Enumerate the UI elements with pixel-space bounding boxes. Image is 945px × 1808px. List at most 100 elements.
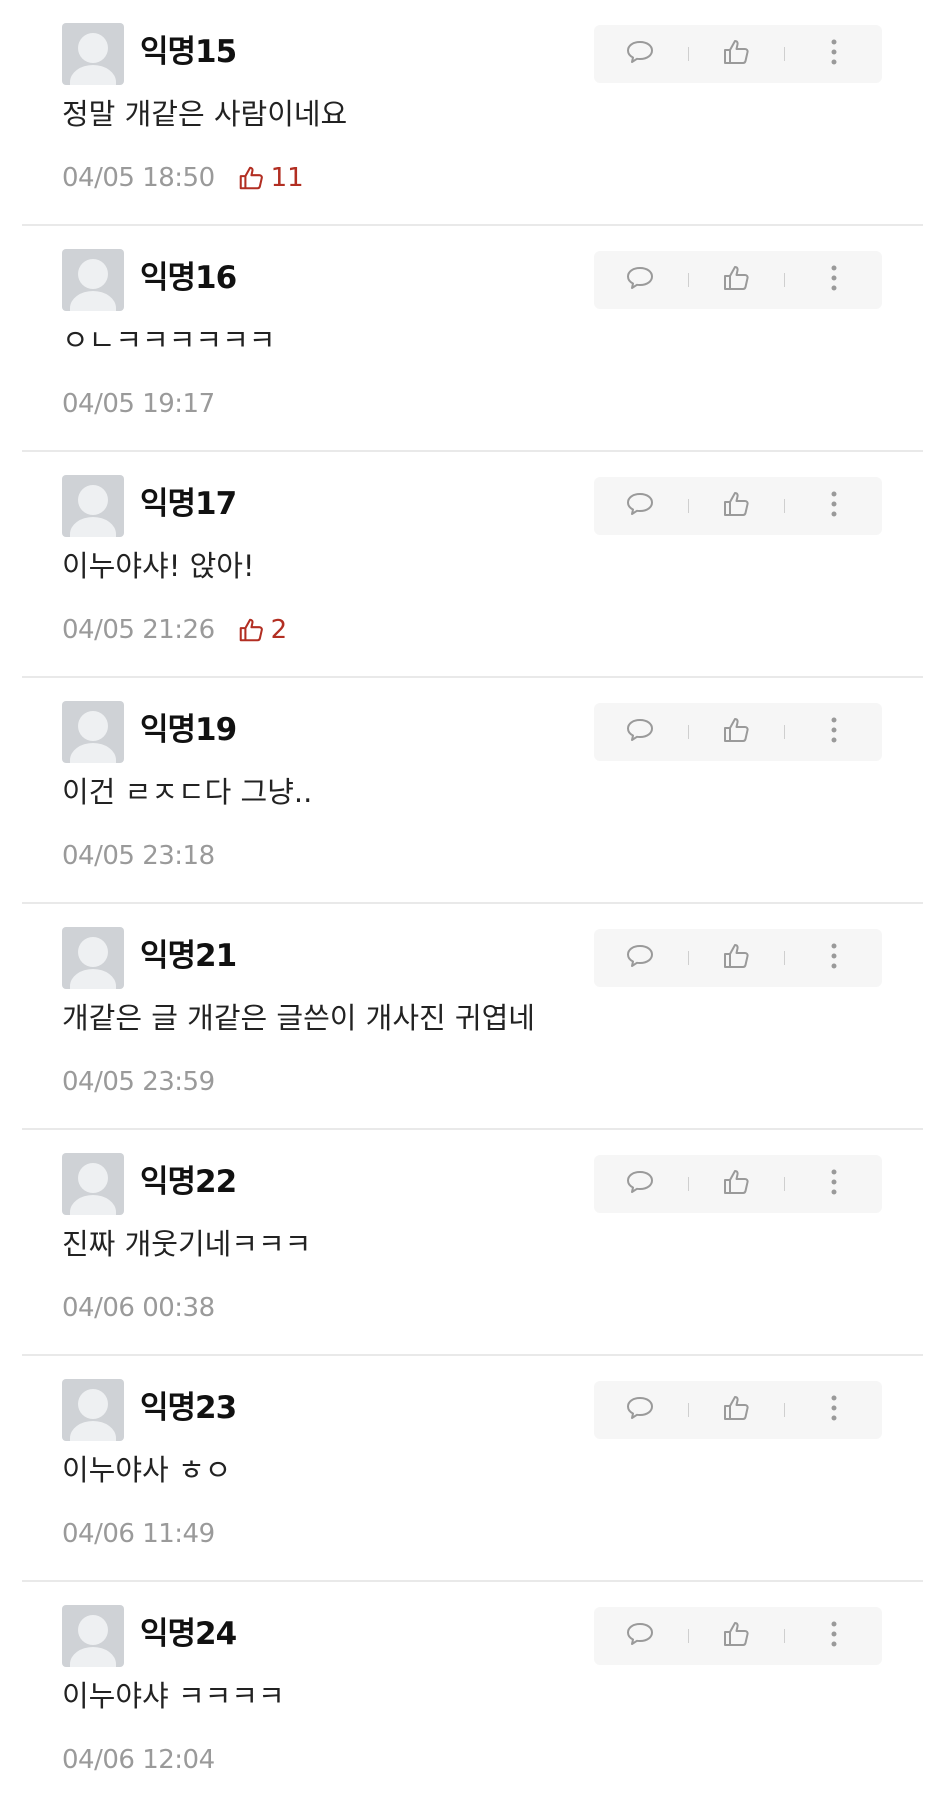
comment-author[interactable]: 익명17 xyxy=(140,482,237,526)
action-divider xyxy=(688,273,689,287)
more-options-button[interactable] xyxy=(794,1155,874,1213)
reply-button[interactable] xyxy=(600,703,680,761)
avatar[interactable] xyxy=(62,927,124,989)
like-count: 2 xyxy=(270,615,288,645)
comment-action-bar xyxy=(594,703,882,761)
vertical-ellipsis-icon xyxy=(829,1167,839,1201)
comment-author[interactable]: 익명19 xyxy=(140,708,237,752)
vertical-ellipsis-icon xyxy=(829,37,839,71)
thumbs-up-icon xyxy=(721,37,751,71)
comment-text: ㅇㄴㅋㅋㅋㅋㅋㅋ xyxy=(62,323,276,357)
comment-author[interactable]: 익명15 xyxy=(140,30,237,74)
comment-text: 이건 ㄹㅈㄷ다 그냥.. xyxy=(62,775,313,809)
speech-bubble-icon xyxy=(625,265,655,295)
more-options-button[interactable] xyxy=(794,477,874,535)
comment-author[interactable]: 익명22 xyxy=(140,1160,237,1204)
reply-button[interactable] xyxy=(600,929,680,987)
more-options-button[interactable] xyxy=(794,1381,874,1439)
vertical-ellipsis-icon xyxy=(829,1393,839,1427)
thumbs-up-icon xyxy=(721,941,751,975)
comment-text: 정말 개같은 사람이네요 xyxy=(62,97,348,131)
comment-timestamp: 04/05 23:59 xyxy=(62,1067,215,1097)
avatar[interactable] xyxy=(62,701,124,763)
like-button[interactable] xyxy=(696,477,776,535)
avatar[interactable] xyxy=(62,475,124,537)
reply-button[interactable] xyxy=(600,1155,680,1213)
comment-timestamp: 04/06 12:04 xyxy=(62,1745,215,1775)
speech-bubble-icon xyxy=(625,1395,655,1425)
comment-timestamp: 04/06 00:38 xyxy=(62,1293,215,1323)
more-options-button[interactable] xyxy=(794,929,874,987)
comment-item: 익명19 이건 ㄹㅈㄷ다 그냥.. 04/05 23:18 xyxy=(22,678,923,904)
comment-action-bar xyxy=(594,25,882,83)
like-button[interactable] xyxy=(696,1607,776,1665)
action-divider xyxy=(688,1403,689,1417)
comment-timestamp: 04/05 18:50 xyxy=(62,163,215,193)
avatar[interactable] xyxy=(62,1153,124,1215)
reply-button[interactable] xyxy=(600,251,680,309)
like-button[interactable] xyxy=(696,929,776,987)
vertical-ellipsis-icon xyxy=(829,941,839,975)
action-divider xyxy=(688,1629,689,1643)
comment-author[interactable]: 익명23 xyxy=(140,1386,237,1430)
comment-text: 진짜 개웃기네ㅋㅋㅋ xyxy=(62,1227,312,1261)
like-button[interactable] xyxy=(696,1381,776,1439)
thumbs-up-icon xyxy=(721,263,751,297)
thumbs-up-icon xyxy=(237,616,265,644)
reply-button[interactable] xyxy=(600,1607,680,1665)
action-divider xyxy=(784,1177,785,1191)
avatar[interactable] xyxy=(62,249,124,311)
comment-timestamp: 04/06 11:49 xyxy=(62,1519,215,1549)
vertical-ellipsis-icon xyxy=(829,489,839,523)
reply-button[interactable] xyxy=(600,477,680,535)
comment-text: 이누야샤 ㅋㅋㅋㅋ xyxy=(62,1679,285,1713)
comment-meta: 04/05 18:50 11 xyxy=(62,158,304,198)
thumbs-up-icon xyxy=(721,1393,751,1427)
like-button[interactable] xyxy=(696,25,776,83)
action-divider xyxy=(784,47,785,61)
speech-bubble-icon xyxy=(625,1621,655,1651)
avatar[interactable] xyxy=(62,23,124,85)
comment-meta: 04/05 19:17 xyxy=(62,384,215,424)
comment-timestamp: 04/05 21:26 xyxy=(62,615,215,645)
comment-action-bar xyxy=(594,477,882,535)
comment-action-bar xyxy=(594,1607,882,1665)
like-button[interactable] xyxy=(696,251,776,309)
thumbs-up-icon xyxy=(721,1167,751,1201)
thumbs-up-icon xyxy=(721,1619,751,1653)
action-divider xyxy=(784,273,785,287)
speech-bubble-icon xyxy=(625,943,655,973)
comment-author[interactable]: 익명21 xyxy=(140,934,237,978)
more-options-button[interactable] xyxy=(794,251,874,309)
comment-item: 익명23 이누야사 ㅎㅇ 04/06 11:49 xyxy=(22,1356,923,1582)
comment-text: 이누야샤! 앉아! xyxy=(62,549,255,583)
comment-meta: 04/05 21:26 2 xyxy=(62,610,287,650)
comment-meta: 04/06 00:38 xyxy=(62,1288,215,1328)
reply-button[interactable] xyxy=(600,25,680,83)
comment-text: 개같은 글 개같은 글쓴이 개사진 귀엽네 xyxy=(62,1001,535,1035)
reply-button[interactable] xyxy=(600,1381,680,1439)
avatar[interactable] xyxy=(62,1605,124,1667)
action-divider xyxy=(688,951,689,965)
speech-bubble-icon xyxy=(625,717,655,747)
comment-action-bar xyxy=(594,1381,882,1439)
action-divider xyxy=(688,47,689,61)
comment-item: 익명24 이누야샤 ㅋㅋㅋㅋ 04/06 12:04 xyxy=(22,1582,923,1808)
more-options-button[interactable] xyxy=(794,25,874,83)
comment-author[interactable]: 익명24 xyxy=(140,1612,237,1656)
like-button[interactable] xyxy=(696,703,776,761)
comment-item: 익명15 정말 개같은 사람이네요 04/05 18:50 11 xyxy=(22,0,923,226)
thumbs-up-icon xyxy=(721,715,751,749)
vertical-ellipsis-icon xyxy=(829,715,839,749)
like-count-badge: 2 xyxy=(237,615,288,645)
like-button[interactable] xyxy=(696,1155,776,1213)
comment-text: 이누야사 ㅎㅇ xyxy=(62,1453,232,1487)
more-options-button[interactable] xyxy=(794,1607,874,1665)
comment-list: 익명15 정말 개같은 사람이네요 04/05 18:50 11 익명16 ㅇㄴ… xyxy=(0,0,945,1808)
more-options-button[interactable] xyxy=(794,703,874,761)
comment-item: 익명17 이누야샤! 앉아! 04/05 21:26 2 xyxy=(22,452,923,678)
comment-action-bar xyxy=(594,929,882,987)
avatar[interactable] xyxy=(62,1379,124,1441)
speech-bubble-icon xyxy=(625,1169,655,1199)
comment-author[interactable]: 익명16 xyxy=(140,256,237,300)
